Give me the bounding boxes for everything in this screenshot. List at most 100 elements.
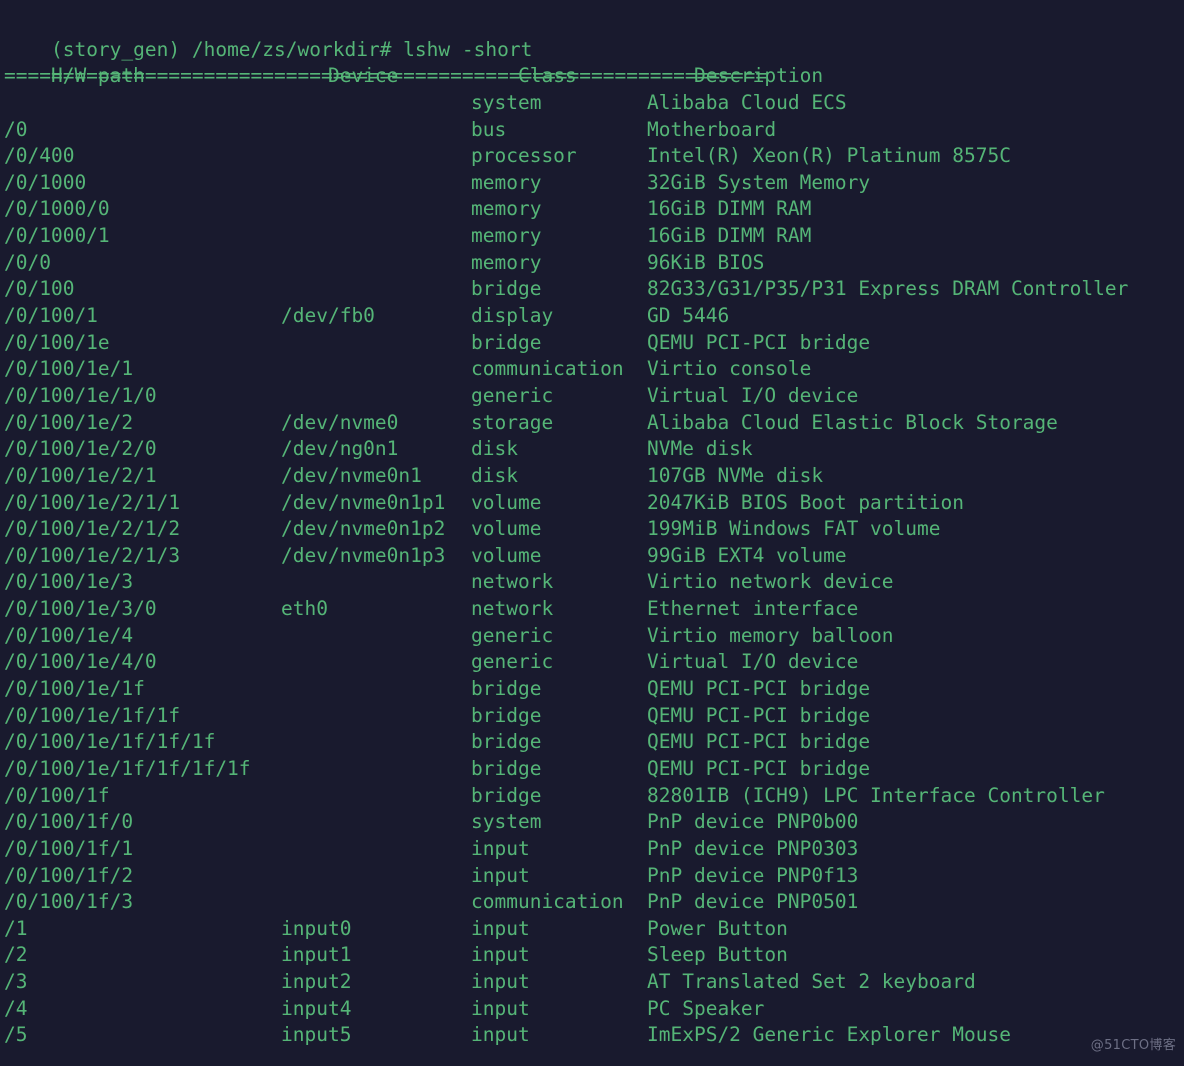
- cell-description: 82801IB (ICH9) LPC Interface Controller: [647, 783, 1105, 807]
- table-row: /0/100/1e/4 generic Virtio memory balloon: [4, 623, 1184, 650]
- cell-description: QEMU PCI-PCI bridge: [647, 730, 871, 754]
- cell-hw-path: /0/100/1e/2/1/3: [4, 543, 181, 567]
- cell-device: /dev/nvme0n1p1: [281, 490, 446, 514]
- cell-description: Virtual I/O device: [647, 650, 859, 674]
- table-row: /0/100/1e/2/1/dev/nvme0n1 disk 107GB NVMe …: [4, 463, 1184, 490]
- cell-class: network: [471, 570, 554, 594]
- cell-hw-path: /0/100/1f/0: [4, 810, 134, 834]
- cell-class: communication: [471, 890, 624, 914]
- cell-hw-path: /0/100/1e/3/0: [4, 597, 157, 621]
- cell-description: ImExPS/2 Generic Explorer Mouse: [647, 1023, 1011, 1047]
- table-row: /0/100/1e/3/0 eth0 network Ethernet interfa…: [4, 596, 1184, 623]
- cell-description: Alibaba Cloud ECS: [647, 90, 847, 114]
- cell-description: 107GB NVMe disk: [647, 463, 824, 487]
- cell-description: Virtio network device: [647, 570, 894, 594]
- cell-class: processor: [471, 144, 577, 168]
- cell-description: 16GiB DIMM RAM: [647, 224, 812, 248]
- cell-class: bridge: [471, 677, 542, 701]
- cell-description: QEMU PCI-PCI bridge: [647, 677, 871, 701]
- cell-class: volume: [471, 543, 542, 567]
- cell-hw-path: /0/100/1e/2/0: [4, 437, 157, 461]
- cell-class: bridge: [471, 277, 542, 301]
- table-row: /0/100/1f/3 communication PnP device PNP05…: [4, 889, 1184, 916]
- table-row: /0/100/1e/1/0 generic Virtual I/O device: [4, 383, 1184, 410]
- table-row: /0/100/1/dev/fb0 display GD 5446: [4, 303, 1184, 330]
- cell-description: Power Button: [647, 916, 788, 940]
- cell-class: system: [471, 90, 542, 114]
- table-row: /0/100/1e/1f/1f/1f bridge QEMU PCI-PCI bri…: [4, 729, 1184, 756]
- cell-class: network: [471, 597, 554, 621]
- cell-hw-path: /0/100/1f/1: [4, 836, 134, 860]
- cell-hw-path: /4: [4, 996, 28, 1020]
- table-row: /2 input1 input Sleep Button: [4, 942, 1184, 969]
- table-row: /0/100/1f/1 input PnP device PNP0303: [4, 836, 1184, 863]
- cell-class: volume: [471, 517, 542, 541]
- cell-hw-path: /0/100/1e/1f/1f/1f: [4, 730, 216, 754]
- cell-class: bridge: [471, 330, 542, 354]
- cell-class: bridge: [471, 756, 542, 780]
- cell-description: Virtio memory balloon: [647, 623, 894, 647]
- cell-class: generic: [471, 650, 554, 674]
- cell-hw-path: /0/1000/1: [4, 224, 110, 248]
- cell-hw-path: /0/100/1e/2/1/2: [4, 517, 181, 541]
- table-row: /5 input5 input ImExPS/2 Generic Explorer M…: [4, 1022, 1184, 1049]
- cell-device: /dev/fb0: [281, 304, 375, 328]
- cell-hw-path: /0/400: [4, 144, 75, 168]
- table-row: /0/100/1e/2/dev/nvme0 storage Alibaba Clou…: [4, 410, 1184, 437]
- cell-device: input4: [281, 996, 352, 1020]
- cell-class: volume: [471, 490, 542, 514]
- cell-class: input: [471, 836, 530, 860]
- prompt-command-text: (story_gen) /home/zs/workdir# lshw -shor…: [50, 37, 533, 61]
- cell-description: Ethernet interface: [647, 597, 859, 621]
- cell-device: input0: [281, 916, 352, 940]
- cell-description: 32GiB System Memory: [647, 170, 871, 194]
- table-row: /4 input4 input PC Speaker: [4, 996, 1184, 1023]
- table-row: /0/100/1e/2/1/1/dev/nvme0n1p1 volume 2047K…: [4, 490, 1184, 517]
- cell-description: QEMU PCI-PCI bridge: [647, 756, 871, 780]
- cell-description: 96KiB BIOS: [647, 250, 765, 274]
- watermark-label: @51CTO博客: [1090, 1038, 1176, 1054]
- cell-description: 16GiB DIMM RAM: [647, 197, 812, 221]
- table-row: /0/100/1f/2 input PnP device PNP0f13: [4, 863, 1184, 890]
- cell-hw-path: /0/100/1e/3: [4, 570, 134, 594]
- cell-device: /dev/nvme0n1p2: [281, 517, 446, 541]
- table-row: /0/100/1e/2/0/dev/ng0n1 disk NVMe disk: [4, 436, 1184, 463]
- cell-device: /dev/ng0n1: [281, 437, 399, 461]
- cell-description: 2047KiB BIOS Boot partition: [647, 490, 964, 514]
- cell-class: bus: [471, 117, 507, 141]
- cell-class: input: [471, 943, 530, 967]
- cell-description: QEMU PCI-PCI bridge: [647, 703, 871, 727]
- cell-class: memory: [471, 197, 542, 221]
- cell-description: PnP device PNP0303: [647, 836, 859, 860]
- cell-class: storage: [471, 410, 554, 434]
- cell-class: generic: [471, 623, 554, 647]
- cell-class: generic: [471, 383, 554, 407]
- cell-description: NVMe disk: [647, 437, 753, 461]
- cell-class: bridge: [471, 703, 542, 727]
- table-row: /1 input0 input Power Button: [4, 916, 1184, 943]
- cell-hw-path: /2: [4, 943, 28, 967]
- table-row: /0/100/1e/2/1/2/dev/nvme0n1p2 volume 199Mi…: [4, 516, 1184, 543]
- table-row: /0/100/1e/4/0 generic Virtual I/O device: [4, 649, 1184, 676]
- cell-description: Sleep Button: [647, 943, 788, 967]
- table-row: /0/100/1e/1f/1f/1f/1f bridge QEMU PCI-PCI …: [4, 756, 1184, 783]
- cell-hw-path: /0/100: [4, 277, 75, 301]
- cell-hw-path: /0/100/1f/2: [4, 863, 134, 887]
- table-row: /0/100/1f bridge 82801IB (ICH9) LPC Interf…: [4, 783, 1184, 810]
- cell-description: Motherboard: [647, 117, 777, 141]
- cell-class: memory: [471, 250, 542, 274]
- cell-description: AT Translated Set 2 keyboard: [647, 970, 976, 994]
- cell-class: disk: [471, 437, 518, 461]
- table-row: /0/0 memory 96KiB BIOS: [4, 250, 1184, 277]
- cell-hw-path: /0/100/1e/4: [4, 623, 134, 647]
- table-row: /3 input2 input AT Translated Set 2 keyboar…: [4, 969, 1184, 996]
- device-table-body: system Alibaba Cloud ECS/0 bus Motherboard /…: [4, 90, 1184, 1049]
- cell-class: input: [471, 996, 530, 1020]
- table-row: /0/100/1e/1 communication Virtio console: [4, 356, 1184, 383]
- cell-hw-path: /0/100/1e/1f/1f/1f/1f: [4, 756, 251, 780]
- cell-hw-path: /0/100/1e/1f: [4, 677, 145, 701]
- terminal-window[interactable]: (story_gen) /home/zs/workdir# lshw -shor…: [0, 0, 1184, 1066]
- cell-hw-path: /0/0: [4, 250, 51, 274]
- table-row: /0/1000 memory 32GiB System Memory: [4, 170, 1184, 197]
- cell-hw-path: /0/100/1e/2/1/1: [4, 490, 181, 514]
